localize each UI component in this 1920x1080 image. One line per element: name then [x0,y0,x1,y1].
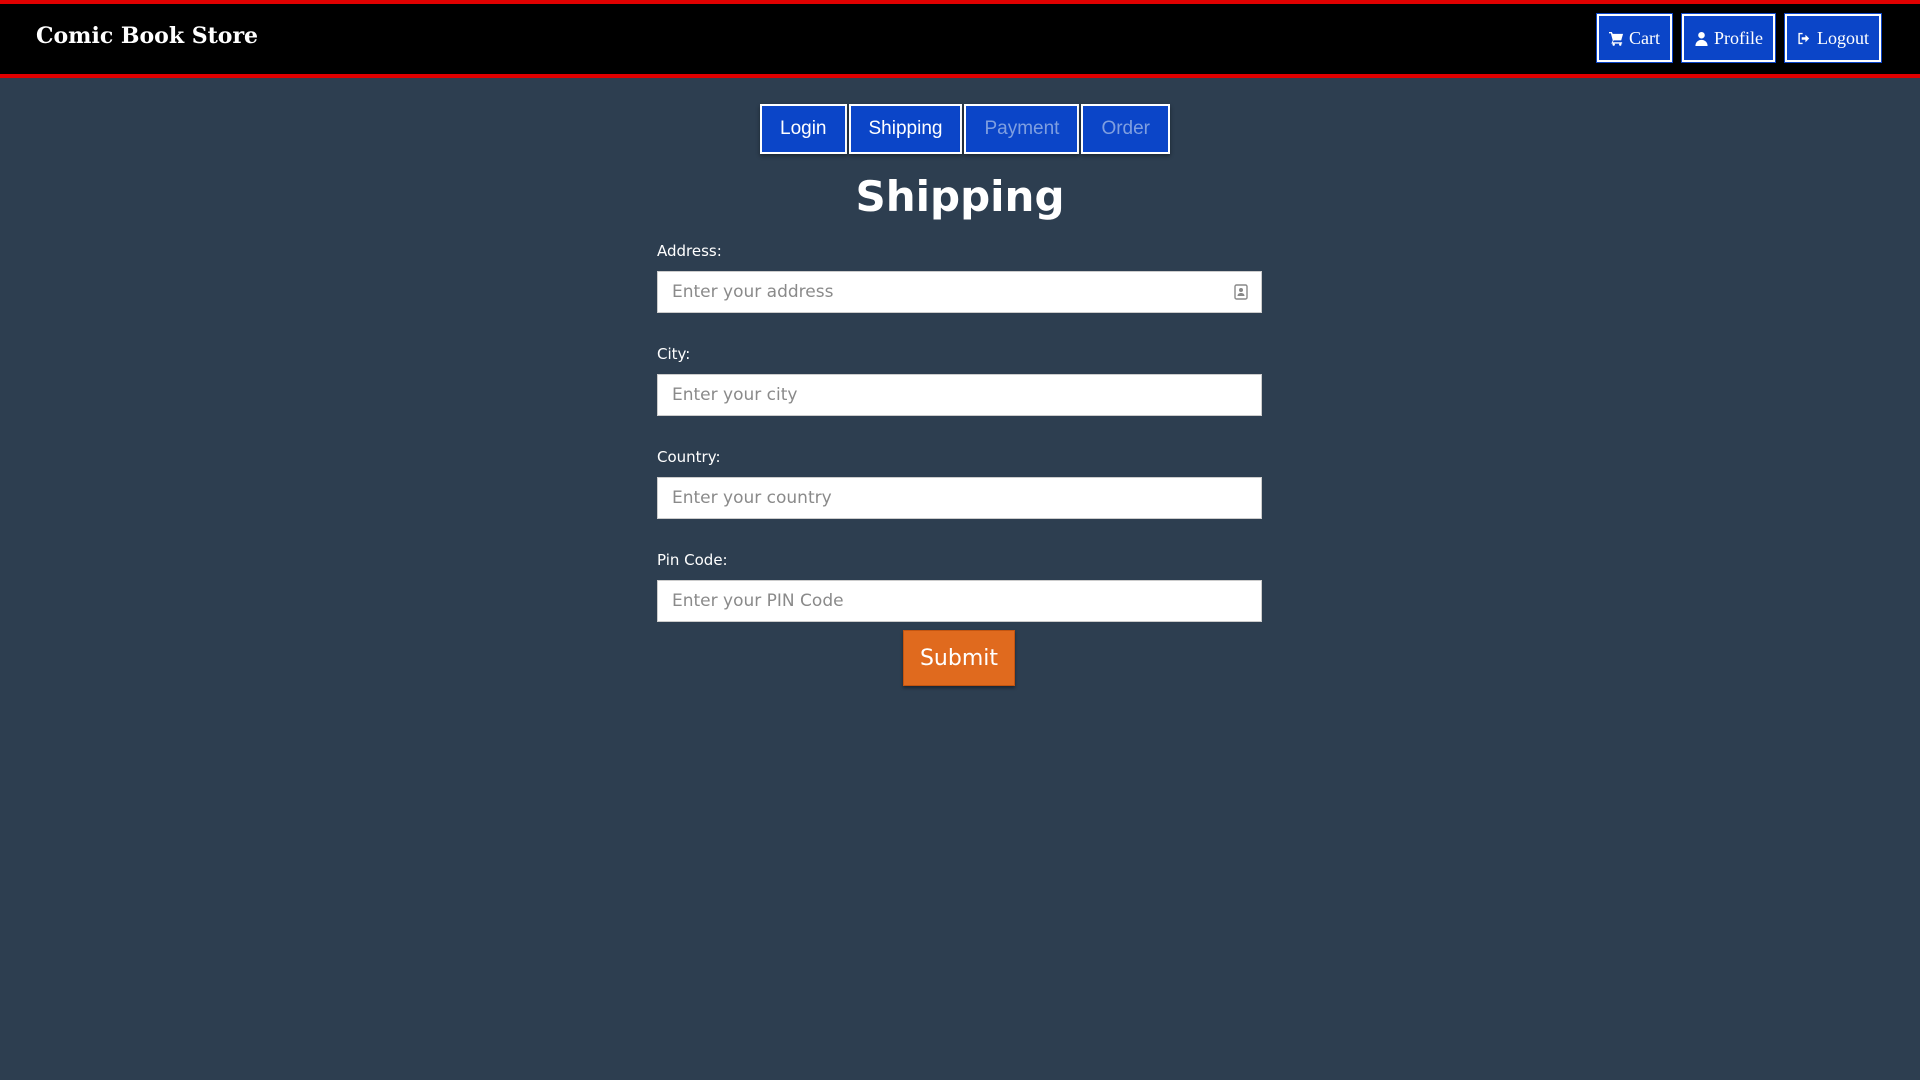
cart-button-label: Cart [1629,27,1660,48]
cart-icon [1609,31,1624,46]
contact-card-icon[interactable] [1234,284,1248,300]
address-input[interactable] [657,271,1262,313]
logout-button-label: Logout [1817,27,1869,48]
brand-title[interactable]: Comic Book Store [36,23,258,49]
page-title: Shipping [855,172,1065,221]
city-label: City: [657,345,691,363]
pin-code-field-wrap [657,580,1262,622]
shipping-form: Address: City: Country: Pin Code: [657,242,1262,654]
top-navbar: Comic Book Store Cart Profile Logout [0,0,1920,78]
step-order: Order [1081,104,1171,154]
checkout-steps: Login Shipping Payment Order [760,104,1171,154]
submit-button[interactable]: Submit [903,630,1015,686]
country-field-wrap [657,477,1262,519]
profile-button[interactable]: Profile [1682,14,1775,62]
profile-button-label: Profile [1714,27,1763,48]
logout-icon [1798,32,1810,44]
country-label: Country: [657,448,721,466]
user-icon [1695,31,1708,46]
pin-code-label: Pin Code: [657,551,728,569]
step-shipping[interactable]: Shipping [848,104,963,154]
logout-button[interactable]: Logout [1785,14,1881,62]
cart-button[interactable]: Cart [1597,14,1672,62]
city-field-wrap [657,374,1262,416]
address-label: Address: [657,242,722,260]
city-input[interactable] [657,374,1262,416]
country-input[interactable] [657,477,1262,519]
address-field-wrap [657,271,1262,313]
step-login[interactable]: Login [760,104,847,154]
nav-buttons: Cart Profile Logout [1597,14,1881,62]
step-payment: Payment [964,104,1080,154]
pin-code-input[interactable] [657,580,1262,622]
